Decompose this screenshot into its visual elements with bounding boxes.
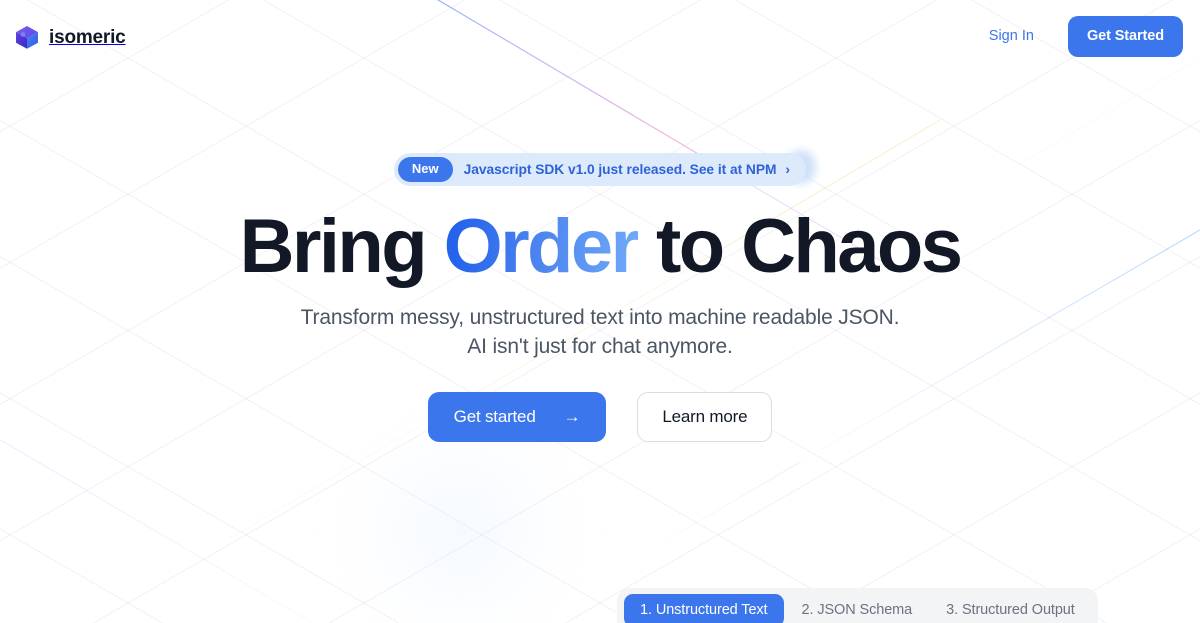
hero-get-started-label: Get started — [453, 406, 536, 426]
hero-get-started-button[interactable]: Get started → — [427, 391, 607, 442]
demo-tab-3[interactable]: 3. Structured Output — [930, 594, 1091, 623]
headline-part-1: Bring — [239, 203, 444, 289]
hero-subheadline: Transform messy, unstructured text into … — [300, 305, 900, 358]
site-header: isomeric Sign In Get Started — [0, 0, 1200, 72]
header-nav: Sign In Get Started — [989, 15, 1184, 57]
demo-tab-2[interactable]: 2. JSON Schema — [786, 594, 929, 623]
page-title: Bring Order to Chaos — [240, 208, 963, 285]
demo-tab-strip: 1. Unstructured Text 2. JSON Schema 3. Str… — [617, 588, 1098, 623]
announcement-banner[interactable]: New Javascript SDK v1.0 just released. S… — [393, 153, 807, 186]
arrow-right-icon: → — [563, 407, 581, 427]
brand-name: isomeric — [49, 26, 126, 48]
announcement-text: Javascript SDK v1.0 just released. See i… — [463, 161, 777, 177]
get-started-button[interactable]: Get Started — [1067, 15, 1183, 57]
glow-blob-left — [330, 430, 590, 623]
brand-logo-link[interactable]: isomeric — [14, 18, 126, 54]
announcement-new-badge: New — [397, 157, 453, 182]
chevron-right-icon: › — [785, 161, 791, 178]
demo-tabs-container: 1. Unstructured Text 2. JSON Schema 3. Str… — [617, 588, 1098, 623]
learn-more-button[interactable]: Learn more — [637, 391, 773, 442]
hero-cta-row: Get started → Learn more — [427, 391, 773, 442]
demo-tab-1[interactable]: 1. Unstructured Text — [624, 594, 784, 623]
sign-in-link[interactable]: Sign In — [989, 29, 1034, 44]
headline-highlight: Order — [443, 203, 641, 289]
isometric-cube-icon — [16, 26, 38, 49]
headline-part-2: to Chaos — [637, 203, 963, 289]
hero-section: New Javascript SDK v1.0 just released. S… — [0, 0, 1200, 623]
